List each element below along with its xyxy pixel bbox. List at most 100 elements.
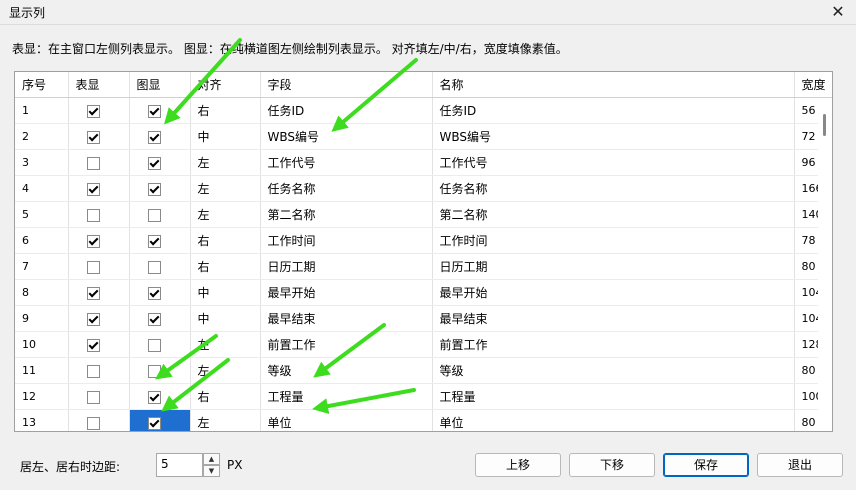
seq-cell[interactable]: 12 — [15, 383, 69, 410]
chart-show-checkbox[interactable] — [147, 390, 161, 404]
align-cell[interactable]: 右 — [190, 227, 261, 254]
chart-show-checkbox[interactable] — [147, 312, 161, 326]
field-cell[interactable]: 等级 — [260, 357, 433, 384]
name-cell[interactable]: 第二名称 — [432, 201, 795, 228]
name-cell[interactable]: 最早结束 — [432, 305, 795, 332]
table-show-checkbox[interactable] — [86, 234, 100, 248]
chart-show-cell[interactable] — [129, 383, 191, 410]
chart-show-cell[interactable] — [129, 357, 191, 384]
move-up-button[interactable]: 上移 — [475, 453, 561, 477]
table-show-cell[interactable] — [68, 409, 130, 431]
align-cell[interactable]: 左 — [190, 175, 261, 202]
table-show-cell[interactable] — [68, 279, 130, 306]
table-row[interactable]: 3 左工作代号 工作代号 96 — [15, 149, 832, 176]
align-cell[interactable]: 左 — [190, 149, 261, 176]
chart-show-checkbox[interactable] — [147, 156, 161, 170]
chart-show-cell[interactable] — [129, 409, 191, 431]
table-show-cell[interactable] — [68, 97, 130, 124]
chart-show-cell[interactable] — [129, 97, 191, 124]
chart-show-cell[interactable] — [129, 123, 191, 150]
vertical-scrollbar[interactable] — [818, 98, 832, 429]
field-cell[interactable]: WBS编号 — [260, 123, 433, 150]
chart-show-checkbox[interactable] — [147, 416, 161, 430]
name-cell[interactable]: 工作代号 — [432, 149, 795, 176]
table-show-cell[interactable] — [68, 305, 130, 332]
table-show-checkbox[interactable] — [86, 416, 100, 430]
chart-show-checkbox[interactable] — [147, 286, 161, 300]
table-show-checkbox[interactable] — [86, 182, 100, 196]
field-cell[interactable]: 任务名称 — [260, 175, 433, 202]
spin-up-icon[interactable]: ▲ — [203, 453, 220, 465]
field-cell[interactable]: 工作时间 — [260, 227, 433, 254]
align-cell[interactable]: 中 — [190, 279, 261, 306]
align-cell[interactable]: 右 — [190, 253, 261, 280]
name-cell[interactable]: WBS编号 — [432, 123, 795, 150]
align-cell[interactable]: 中 — [190, 305, 261, 332]
chart-show-checkbox[interactable] — [147, 338, 161, 352]
name-cell[interactable]: 任务ID — [432, 97, 795, 124]
seq-cell[interactable]: 2 — [15, 123, 69, 150]
align-cell[interactable]: 右 — [190, 383, 261, 410]
name-cell[interactable]: 前置工作 — [432, 331, 795, 358]
table-row[interactable]: 6 右工作时间 工作时间 78 — [15, 227, 832, 254]
chart-show-checkbox[interactable] — [147, 260, 161, 274]
table-show-cell[interactable] — [68, 149, 130, 176]
name-cell[interactable]: 工作时间 — [432, 227, 795, 254]
seq-cell[interactable]: 3 — [15, 149, 69, 176]
table-show-cell[interactable] — [68, 175, 130, 202]
name-cell[interactable]: 工程量 — [432, 383, 795, 410]
name-cell[interactable]: 等级 — [432, 357, 795, 384]
name-cell[interactable]: 单位 — [432, 409, 795, 431]
table-row[interactable]: 1 右任务ID 任务ID 56 — [15, 97, 832, 124]
chart-show-cell[interactable] — [129, 227, 191, 254]
margin-input[interactable]: 5 — [156, 453, 203, 477]
close-icon[interactable]: ✕ — [828, 2, 848, 22]
table-show-checkbox[interactable] — [86, 390, 100, 404]
save-button[interactable]: 保存 — [663, 453, 749, 477]
table-show-checkbox[interactable] — [86, 364, 100, 378]
chart-show-checkbox[interactable] — [147, 104, 161, 118]
table-show-cell[interactable] — [68, 357, 130, 384]
align-cell[interactable]: 左 — [190, 331, 261, 358]
chart-show-cell[interactable] — [129, 149, 191, 176]
table-show-checkbox[interactable] — [86, 130, 100, 144]
table-show-cell[interactable] — [68, 227, 130, 254]
scrollbar-thumb[interactable] — [823, 114, 826, 136]
field-cell[interactable]: 最早结束 — [260, 305, 433, 332]
col-header-table-show[interactable]: 表显 — [68, 72, 130, 98]
table-show-cell[interactable] — [68, 123, 130, 150]
table-row[interactable]: 10 左前置工作 前置工作 128 — [15, 331, 832, 358]
field-cell[interactable]: 任务ID — [260, 97, 433, 124]
chart-show-cell[interactable] — [129, 201, 191, 228]
table-show-checkbox[interactable] — [86, 312, 100, 326]
seq-cell[interactable]: 11 — [15, 357, 69, 384]
table-row[interactable]: 5 左第二名称 第二名称 140 — [15, 201, 832, 228]
chart-show-checkbox[interactable] — [147, 130, 161, 144]
col-header-field[interactable]: 字段 — [260, 72, 433, 98]
chart-show-checkbox[interactable] — [147, 182, 161, 196]
table-show-checkbox[interactable] — [86, 286, 100, 300]
chart-show-checkbox[interactable] — [147, 208, 161, 222]
table-show-checkbox[interactable] — [86, 104, 100, 118]
name-cell[interactable]: 任务名称 — [432, 175, 795, 202]
table-row[interactable]: 9 中最早结束 最早结束 104 — [15, 305, 832, 332]
chart-show-cell[interactable] — [129, 305, 191, 332]
seq-cell[interactable]: 5 — [15, 201, 69, 228]
chart-show-cell[interactable] — [129, 253, 191, 280]
exit-button[interactable]: 退出 — [757, 453, 843, 477]
col-header-name[interactable]: 名称 — [432, 72, 795, 98]
field-cell[interactable]: 工程量 — [260, 383, 433, 410]
table-show-checkbox[interactable] — [86, 338, 100, 352]
table-row[interactable]: 11 左等级 等级 80 — [15, 357, 832, 384]
table-show-checkbox[interactable] — [86, 208, 100, 222]
seq-cell[interactable]: 6 — [15, 227, 69, 254]
name-cell[interactable]: 日历工期 — [432, 253, 795, 280]
chart-show-checkbox[interactable] — [147, 364, 161, 378]
table-show-cell[interactable] — [68, 383, 130, 410]
table-show-cell[interactable] — [68, 331, 130, 358]
seq-cell[interactable]: 1 — [15, 97, 69, 124]
field-cell[interactable]: 最早开始 — [260, 279, 433, 306]
seq-cell[interactable]: 8 — [15, 279, 69, 306]
chart-show-checkbox[interactable] — [147, 234, 161, 248]
table-row[interactable]: 8 中最早开始 最早开始 104 — [15, 279, 832, 306]
